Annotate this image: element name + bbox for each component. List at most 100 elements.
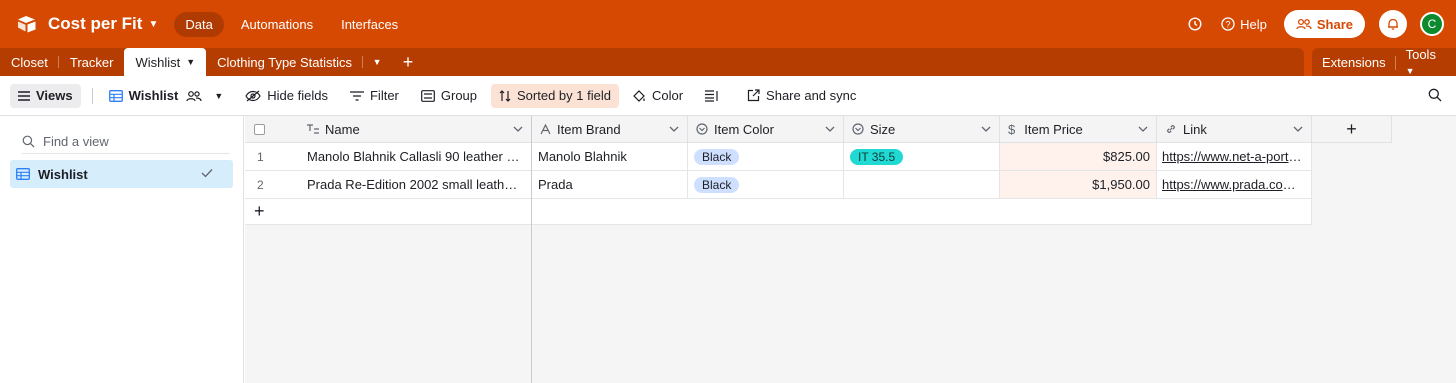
paint-bucket-icon — [633, 89, 645, 102]
views-toggle-button[interactable]: Views — [10, 83, 81, 108]
chevron-down-icon[interactable]: ▼ — [148, 19, 158, 30]
view-toolbar: Views Wishlist ▼ Hide fields Filter Grou… — [0, 76, 1456, 116]
cell-name[interactable]: Manolo Blahnik Callasli 90 leather sling… — [307, 149, 523, 164]
hide-fields-label: Hide fields — [267, 88, 328, 103]
chevron-down-icon — [513, 126, 523, 132]
column-header-item-price-cell[interactable]: $ Item Price — [1000, 116, 1157, 143]
collaborative-users-icon — [186, 90, 202, 101]
cell-item-price[interactable]: $825.00 — [1000, 143, 1157, 171]
divider — [91, 87, 93, 104]
column-header-link: Link — [1183, 121, 1207, 137]
sort-button[interactable]: Sorted by 1 field — [491, 83, 619, 108]
current-view-label: Wishlist — [128, 88, 179, 103]
sidebar-view-label: Wishlist — [38, 166, 88, 182]
cell-link[interactable]: https://www.prada.com/us — [1157, 171, 1312, 199]
grid-view-icon — [16, 168, 30, 180]
search-icon[interactable] — [1428, 88, 1442, 105]
history-icon[interactable] — [1187, 16, 1203, 32]
chevron-down-icon[interactable]: ▼ — [186, 57, 195, 67]
hide-fields-button[interactable]: Hide fields — [245, 84, 328, 108]
chevron-down-icon — [981, 126, 991, 132]
cell-item-brand[interactable]: Prada — [532, 171, 688, 199]
cell-item-color[interactable]: Black — [688, 171, 844, 199]
record-link[interactable]: https://www.net-a-porter.com — [1157, 149, 1303, 164]
chevron-down-icon — [669, 126, 679, 132]
tab-wishlist[interactable]: Wishlist ▼ — [124, 48, 207, 76]
record-link[interactable]: https://www.prada.com/us — [1157, 177, 1303, 192]
chevron-down-icon — [1293, 126, 1303, 132]
add-field-plus-icon[interactable]: + — [1312, 116, 1392, 143]
chevron-down-icon — [825, 126, 835, 132]
share-button[interactable]: Share — [1283, 10, 1365, 38]
tab-bar-right-actions: Extensions Tools ▼ — [1312, 47, 1456, 77]
column-header-size-cell[interactable]: Size — [844, 116, 1000, 143]
cell-size[interactable] — [844, 171, 1000, 199]
column-header-item-color-cell[interactable]: Item Color — [688, 116, 844, 143]
select-all-checkbox[interactable] — [254, 124, 265, 135]
text-field-icon — [307, 124, 319, 134]
frozen-pane-divider[interactable] — [531, 116, 532, 383]
cell-item-brand[interactable]: Manolo Blahnik — [532, 143, 688, 171]
cell-item-color[interactable]: Black — [688, 143, 844, 171]
color-tag: Black — [694, 176, 740, 193]
primary-column-header[interactable]: Name — [245, 116, 532, 143]
table-row[interactable]: 2 Prada Re-Edition 2002 small leather sh… — [245, 171, 531, 199]
column-header-item-brand-cell[interactable]: Item Brand — [532, 116, 688, 143]
share-label: Share — [1316, 16, 1353, 32]
cell-item-price[interactable]: $1,950.00 — [1000, 171, 1157, 199]
nav-interfaces[interactable]: Interfaces — [341, 17, 398, 32]
more-tables-chevron-icon[interactable]: ▼ — [363, 48, 391, 76]
tools-button[interactable]: Tools ▼ — [1396, 47, 1456, 77]
tab-tracker[interactable]: Tracker — [59, 48, 125, 76]
eye-slash-icon — [245, 90, 261, 101]
add-record-plus-icon[interactable]: + — [254, 201, 265, 222]
views-sidebar: Find a view Wishlist — [0, 116, 244, 383]
cell-name[interactable]: Prada Re-Edition 2002 small leather shou… — [307, 177, 523, 192]
row-height-button[interactable] — [705, 84, 725, 108]
currency-icon: $ — [1008, 121, 1016, 137]
add-record-row[interactable]: + — [245, 199, 531, 225]
extensions-button[interactable]: Extensions — [1312, 55, 1396, 70]
column-header-item-brand: Item Brand — [557, 121, 621, 137]
add-record-row-right[interactable] — [532, 199, 1312, 225]
records-grid: Name Item Brand Item Color Size $ Item P… — [245, 116, 1456, 383]
search-icon — [22, 135, 35, 148]
base-title[interactable]: Cost per Fit — [48, 14, 142, 34]
notifications-button[interactable] — [1379, 10, 1407, 38]
hamburger-icon — [18, 90, 30, 101]
help-button[interactable]: ? Help — [1221, 17, 1267, 32]
sidebar-view-wishlist[interactable]: Wishlist — [10, 160, 233, 188]
filter-button[interactable]: Filter — [349, 84, 399, 108]
tab-clothing-type-statistics[interactable]: Clothing Type Statistics — [206, 48, 363, 76]
cell-size[interactable]: IT 35.5 — [844, 143, 1000, 171]
tab-closet[interactable]: Closet — [0, 48, 59, 76]
current-view-button[interactable]: Wishlist ▼ — [108, 84, 223, 108]
nav-automations[interactable]: Automations — [241, 17, 313, 32]
chevron-down-icon: ▼ — [1405, 66, 1415, 76]
find-view-input[interactable]: Find a view — [22, 130, 230, 154]
airtable-logo-icon[interactable] — [17, 15, 37, 33]
group-button[interactable]: Group — [420, 84, 478, 108]
find-view-placeholder: Find a view — [43, 134, 109, 149]
table-tabs-bar: Closet Tracker Wishlist ▼ Clothing Type … — [0, 47, 1456, 77]
tab-wishlist-label: Wishlist — [135, 54, 181, 70]
nav-data[interactable]: Data — [174, 11, 224, 37]
share-and-sync-button[interactable]: Share and sync — [747, 84, 856, 108]
add-table-plus-icon[interactable]: + — [391, 48, 425, 76]
column-header-link-cell[interactable]: Link — [1157, 116, 1312, 143]
single-select-icon — [852, 123, 864, 135]
check-icon — [201, 169, 213, 178]
bell-icon — [1388, 18, 1398, 30]
table-row[interactable]: 1 Manolo Blahnik Callasli 90 leather sli… — [245, 143, 531, 171]
color-button[interactable]: Color — [632, 84, 683, 108]
filter-icon — [349, 90, 364, 101]
group-label: Group — [440, 88, 478, 103]
text-field-icon — [540, 123, 551, 135]
size-tag: IT 35.5 — [850, 148, 904, 165]
cell-link[interactable]: https://www.net-a-porter.com — [1157, 143, 1312, 171]
user-avatar[interactable]: C — [1420, 12, 1444, 36]
app-header: Cost per Fit ▼ Data Automations Interfac… — [0, 0, 1456, 48]
row-number: 2 — [257, 177, 264, 192]
tools-label: Tools — [1405, 47, 1436, 62]
column-header-name: Name — [325, 121, 360, 137]
